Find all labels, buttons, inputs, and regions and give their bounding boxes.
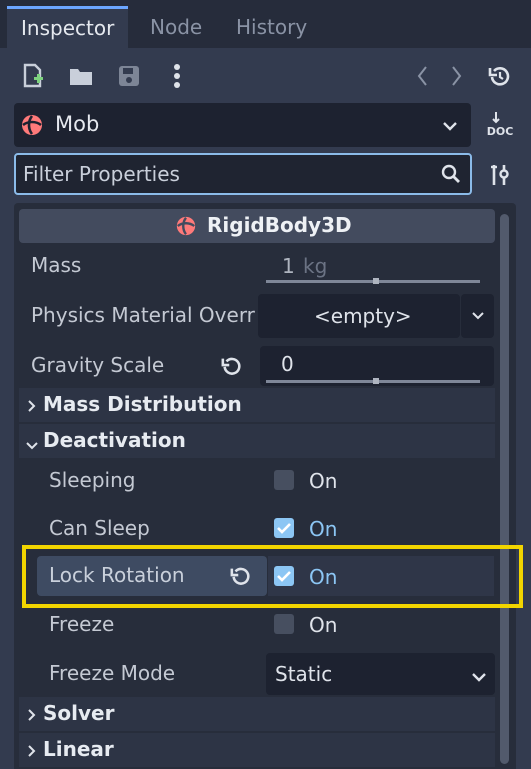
sleeping-checkbox-row[interactable]: On [268, 462, 494, 502]
linear-label: Linear [43, 737, 114, 761]
physics-material-value: <empty> [314, 304, 412, 328]
chevron-down-icon [442, 117, 458, 136]
freeze-value: On [309, 613, 338, 637]
solver-section[interactable]: Solver [19, 697, 495, 731]
chevron-right-icon [27, 398, 37, 417]
chevron-right-icon [27, 743, 37, 762]
doc-label: DOC [486, 125, 514, 138]
object-selector[interactable]: Mob [14, 103, 471, 147]
freeze-checkbox-row[interactable]: On [268, 606, 494, 646]
gravity-scale-slider-grabber[interactable] [373, 378, 379, 384]
tab-inspector[interactable]: Inspector [7, 6, 129, 48]
mass-value: 1 [282, 254, 295, 278]
open-folder-icon[interactable] [64, 59, 98, 93]
mass-unit: kg [303, 254, 328, 278]
gravity-scale-value: 0 [281, 352, 294, 376]
rigidbody-section-header: RigidBody3D [19, 209, 495, 243]
history-icon[interactable] [483, 59, 517, 93]
chevron-right-icon [27, 707, 37, 726]
forward-icon[interactable] [440, 59, 474, 93]
sleeping-value: On [309, 469, 338, 493]
mass-distribution-label: Mass Distribution [43, 392, 242, 416]
tab-history[interactable]: History [222, 6, 321, 48]
section-title: RigidBody3D [207, 213, 352, 237]
can-sleep-checkbox[interactable] [274, 518, 294, 538]
gravity-scale-field[interactable]: 0 [260, 346, 494, 386]
filter-properties-input[interactable]: Filter Properties [14, 153, 472, 195]
filter-placeholder: Filter Properties [23, 162, 180, 186]
mass-distribution-section[interactable]: Mass Distribution [19, 388, 495, 422]
physics-material-resource-picker[interactable]: <empty> [258, 294, 460, 338]
freeze-mode-select[interactable]: Static [266, 653, 495, 695]
more-vert-icon[interactable] [160, 59, 194, 93]
tab-node[interactable]: Node [136, 6, 216, 48]
rigidbody-node-icon [175, 215, 197, 241]
save-icon[interactable] [112, 59, 146, 93]
revert-icon[interactable] [221, 355, 243, 381]
deactivation-label: Deactivation [43, 428, 186, 452]
freeze-label: Freeze [49, 612, 115, 636]
doc-button[interactable]: DOC [484, 104, 516, 144]
dock-tab-bar: Inspector Node History [0, 0, 531, 48]
search-icon [441, 164, 461, 188]
freeze-mode-value: Static [275, 662, 333, 686]
gravity-scale-label: Gravity Scale [31, 353, 165, 377]
can-sleep-value: On [309, 517, 338, 541]
sleeping-label: Sleeping [49, 468, 136, 492]
solver-label: Solver [43, 701, 115, 725]
object-selector-value: Mob [55, 112, 100, 136]
new-script-icon[interactable] [16, 59, 50, 93]
chevron-down-icon [25, 436, 39, 455]
linear-section[interactable]: Linear [19, 733, 495, 767]
mass-field[interactable]: 1 kg [260, 250, 494, 286]
deactivation-section[interactable]: Deactivation [19, 424, 495, 458]
physics-material-dropdown[interactable] [461, 294, 494, 338]
rigidbody-node-icon [20, 113, 44, 141]
physics-material-label: Physics Material Overr [31, 303, 255, 327]
can-sleep-label: Can Sleep [49, 516, 150, 540]
mass-slider-grabber[interactable] [373, 278, 379, 284]
freeze-checkbox[interactable] [274, 614, 294, 634]
chevron-down-icon [471, 668, 487, 687]
back-icon[interactable] [405, 59, 439, 93]
highlight-box [22, 545, 523, 608]
property-tools-icon[interactable] [484, 158, 516, 192]
properties-scrollbar[interactable] [500, 214, 509, 764]
can-sleep-checkbox-row[interactable]: On [268, 510, 494, 550]
mass-label: Mass [31, 253, 82, 277]
sleeping-checkbox[interactable] [274, 470, 294, 490]
freeze-mode-label: Freeze Mode [49, 661, 176, 685]
